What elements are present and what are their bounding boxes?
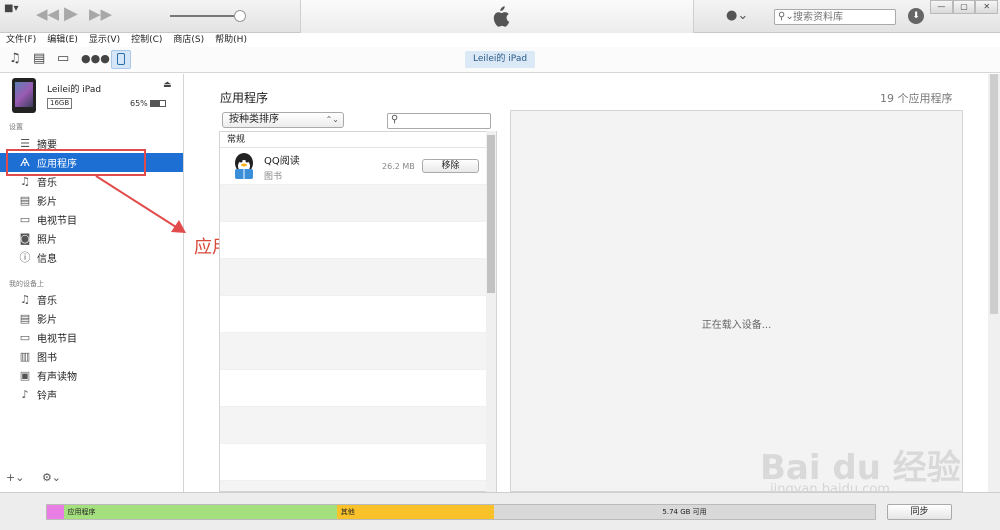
sidebar-item-device-audiobooks[interactable]: ▣ 有声读物 (0, 366, 183, 385)
info-icon: ⓘ (19, 250, 31, 264)
list-item (220, 407, 496, 444)
apple-logo-icon (493, 6, 510, 27)
list-item (220, 296, 496, 333)
capacity-segment: 其他 (336, 505, 495, 519)
film-icon: ▤ (19, 311, 31, 325)
search-icon: ⚲ (391, 114, 399, 125)
app-size: 26.2 MB (382, 162, 415, 171)
loading-message: 正在载入设备... (701, 320, 772, 331)
app-row[interactable]: QQ阅读 图书 26.2 MB 移除 (220, 148, 496, 185)
audiobook-icon: ▣ (19, 368, 31, 382)
select-arrows-icon: ⌃⌄ (325, 115, 339, 124)
music-note-icon: ♫ (20, 292, 30, 306)
capacity-segment: 应用程序 (63, 505, 337, 519)
account-icon[interactable]: ●⌄ (726, 8, 748, 23)
close-button[interactable]: ✕ (975, 0, 999, 14)
book-icon: ▥ (19, 349, 31, 363)
capacity-bar: 应用程序 其他 5.74 GB 可用 (46, 504, 876, 520)
list-item (220, 370, 496, 407)
remove-button[interactable]: 移除 (422, 159, 479, 173)
window-scrollbar[interactable] (988, 74, 1000, 492)
maximize-button[interactable]: ▢ (952, 0, 976, 14)
add-button[interactable]: +⌄ (6, 471, 24, 484)
device-preview-panel: 正在载入设备... (510, 110, 963, 492)
gear-icon[interactable]: ⚙⌄ (42, 471, 61, 484)
app-list: 常规 QQ阅读 图书 26.2 MB 移除 (219, 131, 497, 492)
group-header: 常规 (220, 132, 496, 148)
sidebar-item-device-music[interactable]: ♫ 音乐 (0, 290, 183, 309)
app-category: 图书 (264, 172, 283, 182)
bell-icon: ♪ (21, 387, 29, 401)
annotation-arrow-icon (95, 175, 186, 233)
qq-reader-icon (235, 153, 253, 179)
sidebar-item-device-movies[interactable]: ▤ 影片 (0, 309, 183, 328)
list-item (220, 222, 496, 259)
capacity-segment: 5.74 GB 可用 (494, 505, 875, 519)
page-title: 应用程序 (220, 91, 269, 105)
app-count: 19 个应用程序 (880, 92, 953, 105)
search-icon: ⚲⌄ (778, 11, 794, 22)
list-item (220, 481, 496, 491)
sidebar-item-label: 音乐 (37, 296, 57, 307)
downloads-icon[interactable]: ⬇ (908, 8, 924, 24)
list-item (220, 333, 496, 370)
sidebar-item-label: 有声读物 (37, 372, 77, 383)
sidebar-item-label: 电视节目 (37, 334, 77, 345)
sidebar-item-info[interactable]: ⓘ 信息 (0, 248, 183, 267)
tv-icon: ▭ (19, 330, 31, 344)
sort-select-value: 按种类排序 (229, 114, 279, 125)
library-search[interactable]: ⚲⌄ (774, 9, 896, 25)
app-search-input[interactable]: ⚲ (387, 113, 491, 129)
status-display (300, 0, 694, 33)
sidebar-item-device-tv[interactable]: ▭ 电视节目 (0, 328, 183, 347)
sidebar-item-device-books[interactable]: ▥ 图书 (0, 347, 183, 366)
my-device-section-label: 我的设备上 (9, 280, 44, 288)
sync-button[interactable]: 同步 (887, 504, 952, 520)
app-name: QQ阅读 (264, 156, 300, 167)
list-item (220, 444, 496, 481)
app-list-scrollbar[interactable] (486, 131, 496, 492)
sidebar-item-device-tones[interactable]: ♪ 铃声 (0, 385, 183, 404)
sort-select[interactable]: 按种类排序 ⌃⌄ (222, 112, 344, 128)
scrollbar-thumb[interactable] (487, 135, 495, 293)
sidebar-item-label: 影片 (37, 315, 57, 326)
minimize-button[interactable]: — (930, 0, 953, 14)
device-tab[interactable]: Leilei的 iPad (465, 51, 536, 68)
library-search-input[interactable] (793, 11, 893, 23)
list-item (220, 185, 496, 222)
scrollbar-thumb[interactable] (990, 74, 998, 314)
sidebar-item-label: 信息 (37, 254, 57, 265)
menu-help[interactable]: 帮助(H) (215, 33, 247, 47)
capacity-footer: 应用程序 其他 5.74 GB 可用 同步 (0, 492, 1000, 530)
sidebar-item-label: 铃声 (37, 391, 57, 402)
sidebar-item-label: 图书 (37, 353, 57, 364)
sidebar-footer: +⌄ ⚙⌄ (6, 471, 75, 484)
list-item (220, 259, 496, 296)
volume-knob[interactable] (234, 10, 246, 22)
window-controls: — ▢ ✕ (930, 0, 999, 14)
capacity-segment (47, 505, 64, 519)
